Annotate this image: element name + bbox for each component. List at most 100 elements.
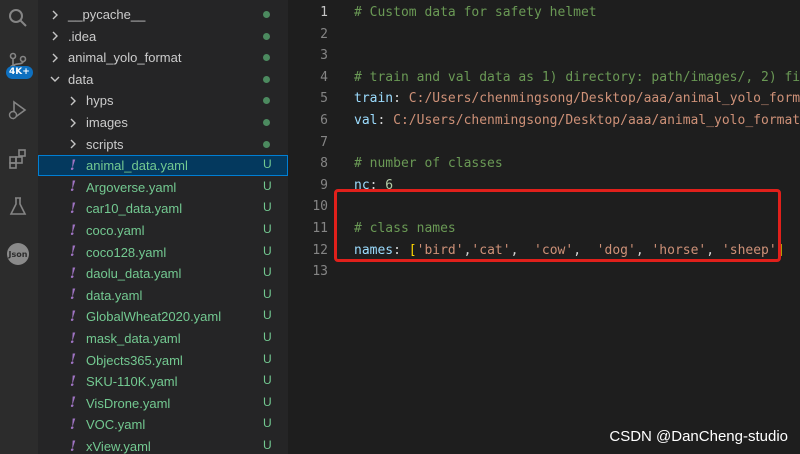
line-number: 5 <box>320 91 328 107</box>
explorer-item[interactable]: ! car10_data.yaml U <box>38 198 288 219</box>
explorer-item[interactable]: hyps <box>38 90 288 111</box>
explorer-item[interactable]: ! coco128.yaml U <box>38 242 288 263</box>
yaml-file-icon: ! <box>69 179 77 196</box>
yaml-file-icon: ! <box>69 157 77 174</box>
git-status-dot <box>263 97 270 105</box>
explorer-item[interactable]: __pycache__ <box>38 4 288 25</box>
explorer-item[interactable]: ! daolu_data.yaml U <box>38 263 288 284</box>
line-number: 12 <box>312 242 328 258</box>
chevron-right-icon[interactable] <box>66 116 80 130</box>
explorer-item-label: animal_yolo_format <box>68 50 182 66</box>
explorer-item-label: coco128.yaml <box>86 244 167 260</box>
line-number: 11 <box>312 221 328 236</box>
line-number: 9 <box>320 177 328 193</box>
explorer-item-label: data <box>68 71 94 87</box>
explorer-item-label: images <box>86 115 128 130</box>
yaml-file-icon: ! <box>69 200 77 217</box>
code-line[interactable]: 5 train: C:/Users/chenmingsong/Desktop/aa… <box>288 88 800 109</box>
git-status-dot <box>263 75 270 83</box>
chevron-right-icon[interactable] <box>48 29 62 43</box>
explorer-item-label: xView.yaml <box>86 439 151 454</box>
git-status-untracked: U <box>263 243 272 258</box>
code-line[interactable]: 4 # train and val data as 1) directory: p… <box>288 67 800 88</box>
chevron-right-icon[interactable] <box>66 137 80 151</box>
git-status-untracked: U <box>263 178 272 193</box>
explorer-item[interactable]: ! xView.yaml U <box>38 436 288 454</box>
notification-badge: 4K+ <box>6 66 33 79</box>
explorer-item-label: hyps <box>86 93 114 109</box>
git-status-untracked: U <box>263 286 272 301</box>
explorer-item[interactable]: ! data.yaml U <box>38 285 288 306</box>
explorer-item[interactable]: ! Objects365.yaml U <box>38 350 288 371</box>
git-status-untracked: U <box>263 416 272 431</box>
explorer-item[interactable]: data <box>38 69 288 90</box>
testing-flask-icon[interactable] <box>4 192 32 220</box>
line-number: 4 <box>320 69 328 85</box>
explorer-item[interactable]: ! animal_data.yaml U <box>38 155 288 177</box>
line-number: 6 <box>320 113 328 128</box>
chevron-right-icon[interactable] <box>66 94 80 108</box>
yaml-file-icon: ! <box>69 395 77 412</box>
explorer-panel: __pycache__ .idea animal_yolo_formatdata hy… <box>38 0 288 454</box>
explorer-item-label: VisDrone.yaml <box>86 395 171 411</box>
explorer-item[interactable]: ! coco.yaml U <box>38 220 288 241</box>
explorer-item[interactable]: ! Argoverse.yaml U <box>38 177 288 198</box>
explorer-item[interactable]: ! VisDrone.yaml U <box>38 393 288 414</box>
explorer-item[interactable]: ! mask_data.yaml U <box>38 328 288 349</box>
yaml-file-icon: ! <box>69 352 77 369</box>
activity-bar: 4K+ Json <box>0 0 38 454</box>
chevron-right-icon[interactable] <box>48 51 62 65</box>
code-line[interactable]: 3 <box>288 45 800 66</box>
yaml-file-icon: ! <box>69 416 77 433</box>
code-line[interactable]: 1 # Custom data for safety helmet <box>288 2 800 23</box>
search-icon[interactable] <box>4 4 32 32</box>
code-line[interactable]: 2 <box>288 24 800 45</box>
git-status-untracked: U <box>263 222 272 236</box>
line-number: 1 <box>320 5 328 20</box>
explorer-item[interactable]: .idea <box>38 26 288 47</box>
explorer-item[interactable]: ! VOC.yaml U <box>38 414 288 435</box>
extensions-icon[interactable] <box>4 145 32 173</box>
explorer-item[interactable]: ! GlobalWheat2020.yaml U <box>38 306 288 327</box>
git-status-untracked: U <box>263 373 272 388</box>
explorer-item[interactable]: animal_yolo_format <box>38 47 288 68</box>
explorer-item-label: Objects365.yaml <box>86 352 183 368</box>
explorer-item[interactable]: ! SKU-110K.yaml U <box>38 371 288 392</box>
explorer-item[interactable]: images <box>38 112 288 133</box>
explorer-item-label: mask_data.yaml <box>86 331 181 346</box>
run-debug-icon[interactable] <box>4 96 32 124</box>
git-status-untracked: U <box>263 351 272 366</box>
code-line[interactable]: 6 val: C:/Users/chenmingsong/Desktop/aaa/… <box>288 110 800 131</box>
git-status-untracked: U <box>263 330 272 344</box>
yaml-file-icon: ! <box>69 438 77 454</box>
yaml-file-icon: ! <box>69 330 77 347</box>
code-text: # Custom data for safety helmet <box>354 5 597 20</box>
git-status-untracked: U <box>263 265 272 280</box>
json-extension-icon[interactable]: Json <box>4 240 32 268</box>
explorer-item-label: GlobalWheat2020.yaml <box>86 309 222 325</box>
chevron-down-icon[interactable] <box>48 72 62 86</box>
yaml-file-icon: ! <box>69 265 77 282</box>
code-line[interactable]: 8 # number of classes <box>288 153 800 174</box>
code-text: val: C:/Users/chenmingsong/Desktop/aaa/a… <box>354 113 800 128</box>
chevron-right-icon[interactable] <box>48 8 62 22</box>
explorer-item-label: Argoverse.yaml <box>86 179 177 195</box>
line-number: 7 <box>320 134 328 150</box>
code-text: train: C:/Users/chenmingsong/Desktop/aaa… <box>354 91 800 107</box>
watermark-text: CSDN @DanCheng-studio <box>609 428 788 445</box>
explorer-item-label: SKU-110K.yaml <box>86 374 178 390</box>
explorer-item-label: .idea <box>68 28 97 44</box>
explorer-item[interactable]: scripts <box>38 134 288 155</box>
explorer-item-label: data.yaml <box>86 287 143 303</box>
yaml-file-icon: ! <box>69 244 77 261</box>
explorer-item-label: scripts <box>86 136 124 152</box>
code-line[interactable]: 13 <box>288 261 800 282</box>
line-number: 2 <box>320 26 328 42</box>
explorer-item-label: car10_data.yaml <box>86 201 183 217</box>
explorer-item-label: coco.yaml <box>86 223 145 238</box>
line-number: 3 <box>320 48 328 64</box>
explorer-item-label: animal_data.yaml <box>86 158 188 174</box>
explorer-item-label: __pycache__ <box>68 7 146 22</box>
line-number: 13 <box>312 264 328 280</box>
code-line[interactable]: 7 <box>288 132 800 153</box>
